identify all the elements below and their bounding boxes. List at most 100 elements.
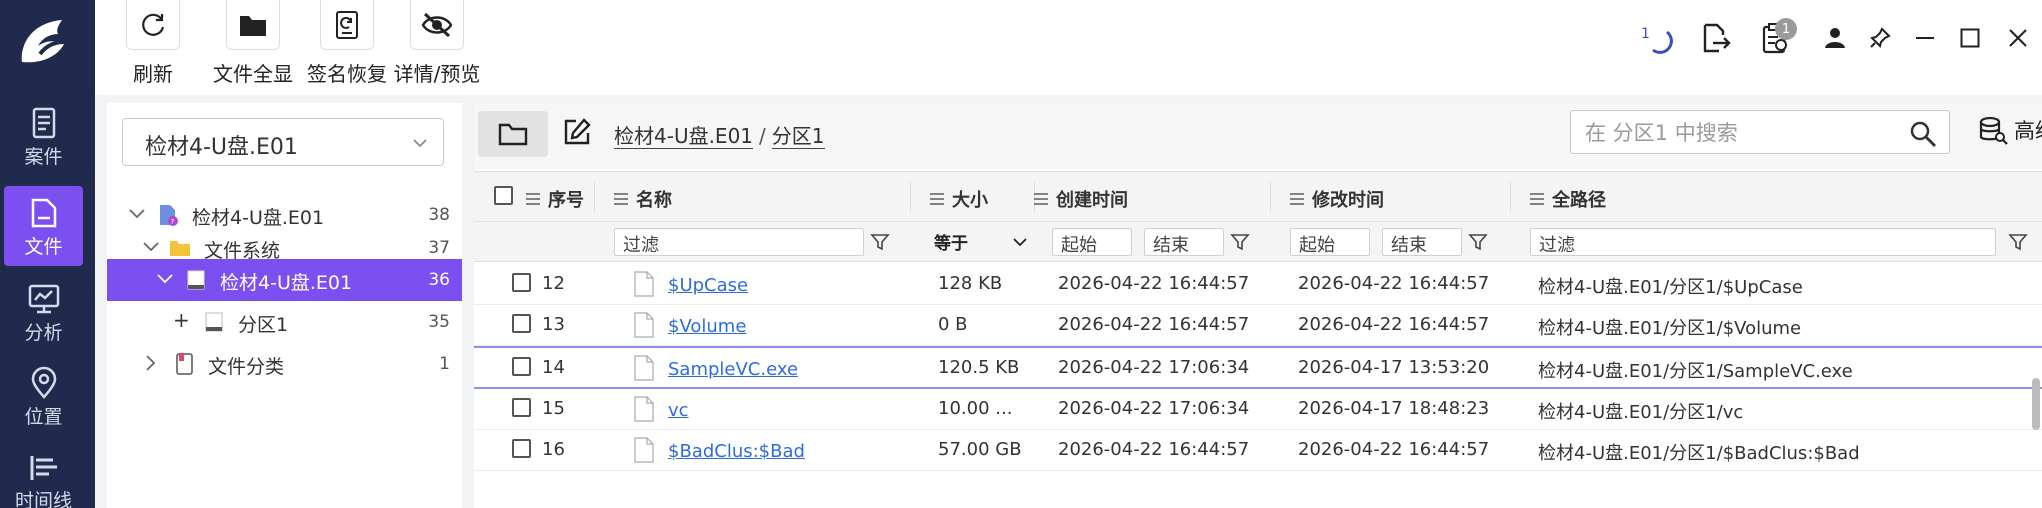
- table-row-highlighted[interactable]: 14 SampleVC.exe 120.5 KB 2026-04-22 17:0…: [474, 346, 2042, 389]
- eye-off-icon: [421, 12, 453, 37]
- export-button[interactable]: [1698, 18, 1734, 58]
- row-checkbox[interactable]: [512, 357, 531, 376]
- column-divider[interactable]: [1270, 182, 1271, 212]
- svg-text:?: ?: [171, 218, 175, 226]
- row-checkbox[interactable]: [512, 398, 531, 417]
- close-button[interactable]: [2000, 18, 2036, 58]
- breadcrumb-partition[interactable]: 分区1: [771, 124, 825, 149]
- modified-start-input[interactable]: 起始: [1290, 228, 1370, 256]
- column-modified[interactable]: 修改时间: [1290, 186, 1384, 212]
- folder-icon: [170, 241, 190, 256]
- location-icon: [31, 366, 56, 399]
- filter-icon[interactable]: [1230, 232, 1250, 252]
- table-row[interactable]: 13 $Volume 0 B 2026-04-22 16:44:57 2026-…: [474, 305, 2042, 346]
- signature-recovery-button[interactable]: 签名恢复: [301, 0, 393, 87]
- column-divider[interactable]: [910, 182, 911, 212]
- search-input[interactable]: [1585, 119, 1885, 147]
- advanced-search-button[interactable]: 高级: [1978, 115, 2042, 145]
- table-row[interactable]: 12 $UpCase 128 KB 2026-04-22 16:44:57 20…: [474, 264, 2042, 305]
- file-icon: [634, 271, 654, 297]
- table-row[interactable]: 16 $BadClus:$Bad 57.00 GB 2026-04-22 16:…: [474, 430, 2042, 471]
- name-filter-input[interactable]: 过滤: [614, 228, 864, 256]
- filter-icon[interactable]: [1468, 232, 1488, 252]
- nav-location[interactable]: 位置: [4, 356, 83, 436]
- table-row[interactable]: 15 vc 10.00 ... 2026-04-22 17:06:34 2026…: [474, 389, 2042, 430]
- column-index[interactable]: 序号: [526, 186, 584, 212]
- maximize-button[interactable]: [1952, 18, 1988, 58]
- signature-recovery-label: 签名恢复: [307, 62, 387, 86]
- nav-analysis[interactable]: 分析: [4, 272, 83, 352]
- row-index: 15: [542, 398, 565, 419]
- expand-plus-icon[interactable]: +: [173, 308, 190, 332]
- evidence-select[interactable]: 检材4-U盘.E01: [122, 118, 444, 166]
- row-name-link[interactable]: $UpCase: [668, 275, 748, 296]
- row-size: 120.5 KB: [938, 357, 1020, 378]
- task-progress-indicator[interactable]: 1: [1635, 18, 1673, 58]
- open-folder-button[interactable]: [478, 111, 548, 157]
- chevron-down-icon: [157, 274, 173, 284]
- pin-button[interactable]: [1862, 18, 1898, 58]
- breadcrumb-separator: /: [759, 124, 766, 148]
- row-checkbox[interactable]: [512, 314, 531, 333]
- list-icon: [614, 193, 628, 205]
- row-size: 128 KB: [938, 273, 1003, 294]
- filter-row: 过滤 等于 起始 结束 起始 结束 过滤: [474, 222, 2042, 262]
- task-list-button[interactable]: 1: [1757, 18, 1797, 58]
- minimize-button[interactable]: [1907, 18, 1943, 58]
- user-button[interactable]: [1817, 18, 1853, 58]
- show-all-files-button[interactable]: 文件全显: [207, 0, 299, 87]
- vertical-scrollbar[interactable]: [2032, 378, 2040, 430]
- breadcrumb: 检材4-U盘.E01/分区1: [614, 120, 825, 149]
- chevron-right-icon: [146, 355, 156, 371]
- refresh-button[interactable]: 刷新: [123, 0, 183, 87]
- list-icon: [1034, 193, 1048, 205]
- tree-node-partition[interactable]: + 分区1 35: [107, 301, 462, 343]
- app-logo-icon: [21, 20, 65, 63]
- details-preview-button[interactable]: 详情/预览: [391, 0, 483, 87]
- column-fullpath[interactable]: 全路径: [1530, 186, 1606, 212]
- file-icon: [31, 198, 56, 228]
- column-divider[interactable]: [1510, 182, 1511, 212]
- row-checkbox[interactable]: [512, 439, 531, 458]
- nav-case[interactable]: 案件: [4, 96, 83, 176]
- nav-file[interactable]: 文件: [4, 186, 83, 266]
- breadcrumb-evidence[interactable]: 检材4-U盘.E01: [614, 124, 754, 149]
- column-fullpath-label: 全路径: [1552, 190, 1606, 211]
- column-size-label: 大小: [952, 190, 988, 211]
- tree-node-count: 35: [428, 312, 450, 332]
- details-preview-label: 详情/预览: [393, 62, 481, 86]
- column-created[interactable]: 创建时间: [1034, 186, 1128, 212]
- tree-node-file-category[interactable]: 文件分类 1: [107, 343, 462, 385]
- list-icon: [930, 193, 944, 205]
- chevron-down-icon: [413, 139, 427, 148]
- row-name-link[interactable]: $BadClus:$Bad: [668, 441, 805, 462]
- row-checkbox[interactable]: [512, 273, 531, 292]
- nav-timeline[interactable]: 时间线: [4, 440, 83, 508]
- column-size[interactable]: 大小: [930, 186, 988, 212]
- show-all-files-label: 文件全显: [213, 62, 293, 86]
- chevron-down-icon[interactable]: [1012, 234, 1028, 250]
- edit-path-button[interactable]: [562, 117, 592, 152]
- row-name-link[interactable]: $Volume: [668, 316, 746, 337]
- column-name[interactable]: 名称: [614, 186, 672, 212]
- row-fullpath: 检材4-U盘.E01/分区1/$UpCase: [1538, 277, 1803, 298]
- created-start-input[interactable]: 起始: [1052, 228, 1132, 256]
- column-divider[interactable]: [594, 182, 595, 212]
- row-name-link[interactable]: SampleVC.exe: [668, 359, 798, 380]
- modified-end-input[interactable]: 结束: [1382, 228, 1462, 256]
- row-created: 2026-04-22 16:44:57: [1058, 314, 1250, 335]
- tree-node-volume[interactable]: 检材4-U盘.E01 36: [107, 259, 462, 301]
- chevron-down-icon: [143, 242, 159, 252]
- row-name-link[interactable]: vc: [668, 400, 689, 421]
- filter-icon[interactable]: [870, 232, 890, 252]
- row-modified: 2026-04-17 18:48:23: [1298, 398, 1490, 419]
- user-icon: [1825, 28, 1845, 48]
- filter-icon[interactable]: [2008, 232, 2028, 252]
- search-icon[interactable]: [1909, 120, 1937, 148]
- size-operator-select[interactable]: 等于: [934, 229, 968, 254]
- file-list-panel: 检材4-U盘.E01/分区1 高级 序号 名称: [474, 103, 2042, 508]
- select-all-checkbox[interactable]: [494, 186, 513, 205]
- nav-case-label: 案件: [24, 146, 63, 168]
- created-end-input[interactable]: 结束: [1144, 228, 1224, 256]
- fullpath-filter-input[interactable]: 过滤: [1530, 228, 1996, 256]
